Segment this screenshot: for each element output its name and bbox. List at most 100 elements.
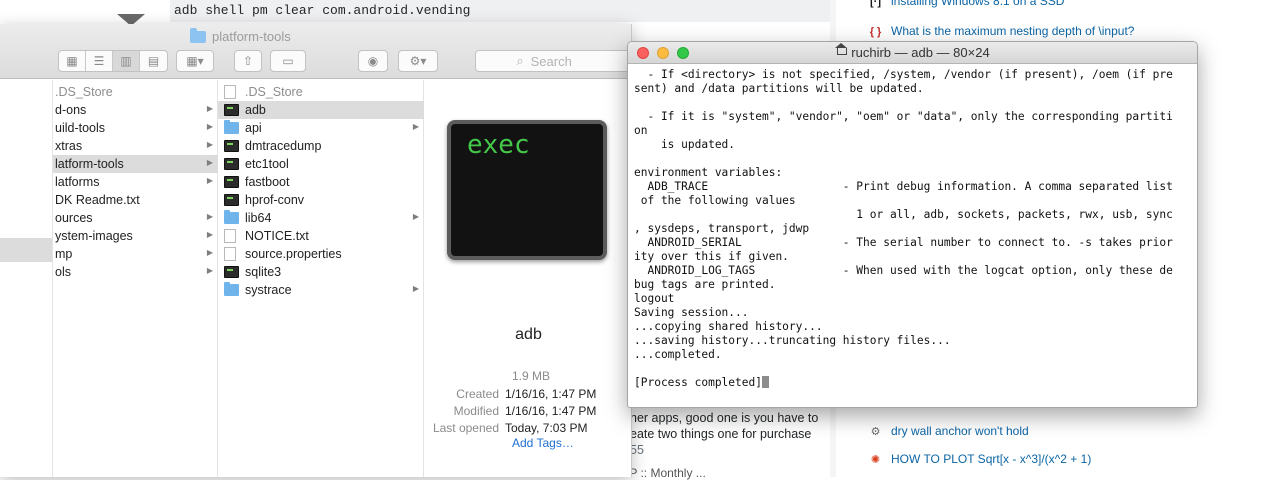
list-item[interactable]: ystem-images ▶	[53, 227, 218, 245]
braces-icon: { }	[869, 25, 882, 38]
coverflow-view-icon[interactable]: ▤	[140, 51, 167, 71]
chevron-right-icon: ▶	[412, 122, 419, 131]
chevron-right-icon: ▶	[206, 104, 213, 113]
hot-question-link[interactable]: installing Windows 8.1 on a SSD	[891, 0, 1064, 8]
hot-question-link[interactable]: What is the maximum nesting depth of \in…	[891, 24, 1134, 38]
list-item[interactable]: fastboot	[218, 173, 424, 191]
terminal-line: bug tags are printed.	[634, 278, 776, 291]
folder-icon	[224, 210, 239, 224]
answer-line: her apps, good one is you have to	[630, 411, 819, 425]
terminal-line: ...saving history...truncating history f…	[634, 334, 951, 347]
document-icon	[224, 85, 236, 99]
list-item[interactable]: NOTICE.txt	[218, 227, 424, 245]
executable-icon	[224, 266, 239, 278]
terminal-line: ANDROID_SERIAL - The serial number to co…	[634, 236, 1173, 249]
list-item[interactable]: dmtracedump	[218, 137, 424, 155]
list-item[interactable]: DK Readme.txt	[53, 191, 218, 209]
terminal-line: ity over this if given.	[634, 250, 789, 263]
arrange-button[interactable]: ▦▾	[176, 50, 214, 72]
share-icon: ⇧	[242, 54, 254, 68]
terminal-line: is updated.	[634, 138, 736, 151]
folder-icon	[224, 282, 239, 296]
list-item[interactable]: lib64 ▶	[218, 209, 424, 227]
chevron-right-icon: ▶	[206, 122, 213, 131]
list-item[interactable]: ources ▶	[53, 209, 218, 227]
column-view-icon[interactable]: ▥	[113, 51, 140, 71]
list-item[interactable]: etc1tool	[218, 155, 424, 173]
list-item[interactable]: .DS_Store	[53, 83, 218, 101]
executable-icon	[224, 176, 239, 188]
executable-icon	[224, 140, 239, 152]
terminal-output[interactable]: - If <directory> is not specified, /syst…	[634, 68, 1193, 403]
list-item[interactable]: source.properties	[218, 245, 424, 263]
chevron-right-icon: ▶	[206, 266, 213, 275]
list-item[interactable]: d-ons ▶	[53, 101, 218, 119]
icon-view-icon[interactable]: ▦	[59, 51, 86, 71]
hot-question-link[interactable]: HOW TO PLOT Sqrt[x - x^3]/(x^2 + 1)	[891, 452, 1091, 466]
preview-pane: exec adb 1.9 MB Created 1/16/16, 1:47 PM …	[425, 80, 631, 477]
hot-question-item[interactable]: ✺ HOW TO PLOT Sqrt[x - x^3]/(x^2 + 1)	[868, 452, 1091, 467]
list-item[interactable]: sqlite3	[218, 263, 424, 281]
chevron-right-icon: ▶	[206, 176, 213, 185]
preview-size: 1.9 MB	[512, 369, 551, 383]
home-icon	[835, 43, 848, 58]
executable-icon	[224, 158, 239, 170]
tags-button[interactable]: ▭	[270, 50, 306, 72]
terminal-titlebar[interactable]: ruchirb — adb — 80×24	[628, 42, 1197, 64]
hot-question-item[interactable]: [·] installing Windows 8.1 on a SSD	[868, 0, 1064, 9]
gear-icon: ⚙	[870, 426, 881, 438]
search-input[interactable]	[528, 52, 589, 70]
list-item-selected[interactable]: adb	[218, 101, 424, 119]
list-item[interactable]: systrace ▶	[218, 281, 424, 299]
metadata-row: Last opened Today, 7:03 PM	[432, 421, 588, 435]
sidebar-selection-stub	[0, 238, 52, 262]
terminal-line: - If it is "system", "vendor", "oem" or …	[634, 110, 1173, 123]
list-item[interactable]: uild-tools ▶	[53, 119, 218, 137]
executable-icon	[224, 104, 239, 116]
terminal-line: 1 or all, adb, sockets, packets, rwx, us…	[634, 208, 1173, 221]
list-item[interactable]: .DS_Store	[218, 83, 424, 101]
terminal-window: ruchirb — adb — 80×24 - If <directory> i…	[627, 41, 1198, 408]
list-item[interactable]: xtras ▶	[53, 137, 218, 155]
search-icon: ⌕	[516, 53, 524, 68]
hot-question-link[interactable]: dry wall anchor won't hold	[891, 424, 1029, 438]
grid-icon: ▦▾	[186, 54, 204, 68]
terminal-line: on	[634, 124, 648, 137]
code-snippet: adb shell pm clear com.android.vending	[170, 0, 830, 22]
terminal-line: environment variables:	[634, 166, 783, 179]
terminal-line: sent) and /data partitions will be updat…	[634, 82, 924, 95]
list-item[interactable]: api ▶	[218, 119, 424, 137]
share-button[interactable]: ⇧	[234, 50, 262, 72]
background-bottom-text: OP :: Monthly ...	[620, 466, 706, 480]
list-item-selected[interactable]: latform-tools ▶	[53, 155, 218, 173]
answer-excerpt: her apps, good one is you have to eate t…	[630, 410, 830, 458]
hot-question-item[interactable]: ⚙ dry wall anchor won't hold	[868, 424, 1029, 439]
terminal-line: , sysdeps, transport, jdwp	[634, 222, 810, 235]
chevron-right-icon: ▶	[206, 230, 213, 239]
chevron-right-icon: ▶	[206, 212, 213, 221]
chevron-right-icon: ▶	[412, 212, 419, 221]
list-item[interactable]: ols ▶	[53, 263, 218, 281]
action-button[interactable]: ⚙▾	[398, 50, 438, 72]
hot-question-item[interactable]: { } What is the maximum nesting depth of…	[868, 24, 1135, 39]
add-tags-link[interactable]: Add Tags…	[512, 436, 574, 450]
terminal-line: [Process completed]	[634, 376, 1193, 390]
finder-title: platform-tools	[190, 27, 291, 44]
exec-icon-label: exec	[467, 130, 530, 160]
list-item[interactable]: mp ▶	[53, 245, 218, 263]
list-item[interactable]: hprof-conv	[218, 191, 424, 209]
metadata-row: Modified 1/16/16, 1:47 PM	[453, 404, 597, 418]
terminal-title-text: ruchirb — adb — 80×24	[851, 45, 990, 60]
terminal-line: ADB_TRACE - Print debug information. A c…	[634, 180, 1173, 193]
chevron-right-icon: ▶	[412, 284, 419, 293]
folder-icon	[224, 120, 239, 134]
answer-score: 55	[630, 443, 644, 457]
search-field[interactable]: ⌕	[475, 50, 630, 72]
list-item[interactable]: latforms ▶	[53, 173, 218, 191]
quick-look-button[interactable]: ◉	[358, 50, 388, 72]
list-view-icon[interactable]: ☰	[86, 51, 113, 71]
mathematica-icon: ✺	[870, 454, 881, 466]
